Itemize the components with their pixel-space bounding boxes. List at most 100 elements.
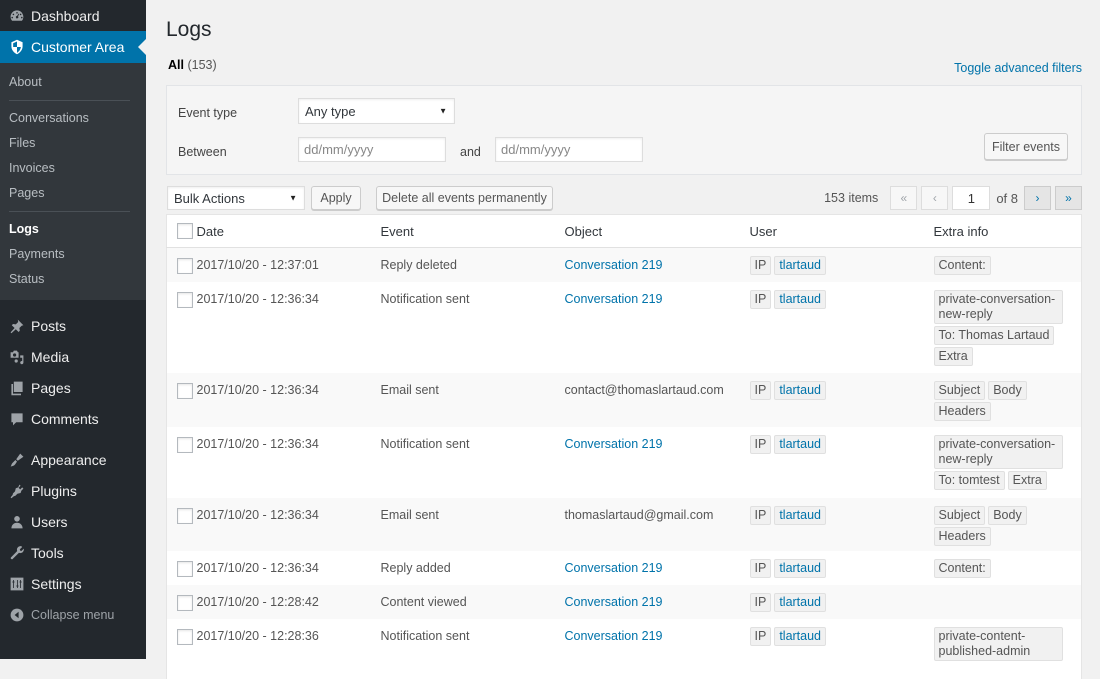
log-object[interactable]: Conversation 219 [565,551,750,575]
extra-info-tag[interactable]: Headers [933,526,991,546]
user-name-tag[interactable]: tlartaud [774,289,827,309]
user-name-tag[interactable]: tlartaud [774,434,827,454]
menu-settings[interactable]: Settings [0,568,146,599]
event-cell: Notification sent [380,618,565,679]
user-ip-tag[interactable]: IP [749,434,772,454]
extra-info-tag[interactable]: Headers [933,401,991,421]
extra-info-tag[interactable]: Extra [1007,470,1047,490]
log-object[interactable]: Conversation 219 [565,619,750,643]
log-object[interactable]: Conversation 219 [565,585,750,609]
extra-info-tag[interactable]: Body [988,505,1027,525]
submenu-conversations[interactable]: Conversations [0,106,146,131]
extra-info-tag[interactable]: private-conversation-new-reply [933,434,1063,469]
extra-info-tag[interactable]: Subject [933,380,986,400]
submenu-payments[interactable]: Payments [0,242,146,267]
row-checkbox[interactable] [177,382,193,399]
table-row: 2017/10/20 - 12:37:01 Reply deleted Conver… [166,247,1082,282]
menu-pages[interactable]: Pages [0,372,146,403]
menu-comments[interactable]: Comments [0,403,146,434]
filter-events-button[interactable]: Filter events [984,133,1068,160]
menu-label: Comments [31,410,99,427]
menu-media[interactable]: Media [0,341,146,372]
user-cell: IP tlartaud [749,550,934,585]
log-object[interactable]: Conversation 219 [565,427,750,451]
select-all-checkbox[interactable] [177,223,193,239]
bulk-actions-select[interactable]: Bulk Actions ▼ [167,186,305,210]
submenu-about[interactable]: About [0,70,146,95]
user-cell: IP tlartaud [749,281,934,373]
row-checkbox[interactable] [177,507,193,524]
plugin-icon [8,482,26,500]
menu-appearance[interactable]: Appearance [0,444,146,475]
submenu-status[interactable]: Status [0,267,146,292]
row-checkbox[interactable] [177,291,193,308]
next-page-button[interactable]: › [1024,186,1051,210]
log-event: Notification sent [380,291,470,306]
extra-info-tag[interactable]: Extra [933,346,973,366]
user-name-tag[interactable]: tlartaud [774,256,827,275]
user-name-tag[interactable]: tlartaud [774,505,827,525]
view-all-count: (153) [187,58,217,72]
user-name-tag[interactable]: tlartaud [774,558,827,578]
user-name-tag[interactable]: tlartaud [774,380,827,400]
submenu-logs[interactable]: Logs [0,217,146,242]
menu-posts[interactable]: Posts [0,310,146,341]
menu-tools[interactable]: Tools [0,537,146,568]
row-checkbox[interactable] [177,258,193,274]
row-checkbox-cell [166,426,197,498]
row-checkbox[interactable] [177,628,193,645]
event-type-select[interactable]: Any type ▼ [298,98,455,124]
delete-all-events-button[interactable]: Delete all events permanently [376,186,553,210]
toggle-advanced-filters-link[interactable]: Toggle advanced filters [954,61,1082,75]
user-ip-tag[interactable]: IP [749,289,772,309]
prev-page-button[interactable]: ‹ [921,186,949,210]
submenu-invoices[interactable]: Invoices [0,156,146,181]
extra-info-tag[interactable]: Content: [933,558,991,578]
user-name-tag[interactable]: tlartaud [774,592,827,612]
submenu-divider [9,100,130,101]
user-ip-tag[interactable]: IP [749,256,772,275]
view-filter-all[interactable]: All (153) [168,58,217,72]
user-ip-tag[interactable]: IP [749,558,772,578]
view-all-label[interactable]: All [168,58,184,72]
user-ip-tag[interactable]: IP [749,380,772,400]
user-ip-tag[interactable]: IP [749,505,772,525]
date-from-input[interactable]: dd/mm/yyyy [298,137,446,162]
object-cell: Conversation 219 [564,550,750,585]
extra-info-tag[interactable]: Content: [933,256,991,275]
log-object[interactable]: Conversation 219 [565,282,750,306]
log-event: Email sent [380,507,439,522]
log-object[interactable]: Conversation 219 [565,248,750,272]
submenu-pages[interactable]: Pages [0,181,146,206]
collapse-menu-button[interactable]: Collapse menu [0,599,146,630]
apply-button[interactable]: Apply [311,186,361,210]
menu-label: Dashboard [31,7,100,24]
submenu-files[interactable]: Files [0,131,146,156]
extra-info-tag[interactable]: private-conversation-new-reply [933,289,1063,324]
extra-info-tag[interactable]: To: Thomas Lartaud [933,325,1055,345]
date-to-input[interactable]: dd/mm/yyyy [495,137,643,162]
event-cell: Reply added [380,550,565,585]
extra-info-tag[interactable]: Body [988,380,1027,400]
date-cell: 2017/10/20 - 12:37:01 [196,247,381,282]
user-name-tag[interactable]: tlartaud [774,626,827,646]
select-all-cell [166,214,197,248]
user-ip-tag[interactable]: IP [749,626,772,646]
extra-info-tag[interactable]: To: tomtest [933,470,1005,490]
object-cell: Conversation 219 [564,584,750,619]
object-cell: Conversation 219 [564,281,750,373]
row-checkbox[interactable] [177,594,193,611]
row-checkbox[interactable] [177,436,193,453]
extra-info-tag[interactable]: Subject [933,505,986,525]
event-cell: Email sent [380,372,565,427]
menu-users[interactable]: Users [0,506,146,537]
row-checkbox[interactable] [177,560,193,577]
menu-customer-area[interactable]: Customer Area [0,31,146,63]
first-page-button[interactable]: « [890,186,918,210]
user-ip-tag[interactable]: IP [749,592,772,612]
current-page-input[interactable]: 1 [952,186,991,210]
menu-plugins[interactable]: Plugins [0,475,146,506]
menu-dashboard[interactable]: Dashboard [0,0,146,31]
extra-info-tag[interactable]: private-content-published-admin [933,626,1063,661]
last-page-button[interactable]: » [1055,186,1082,210]
